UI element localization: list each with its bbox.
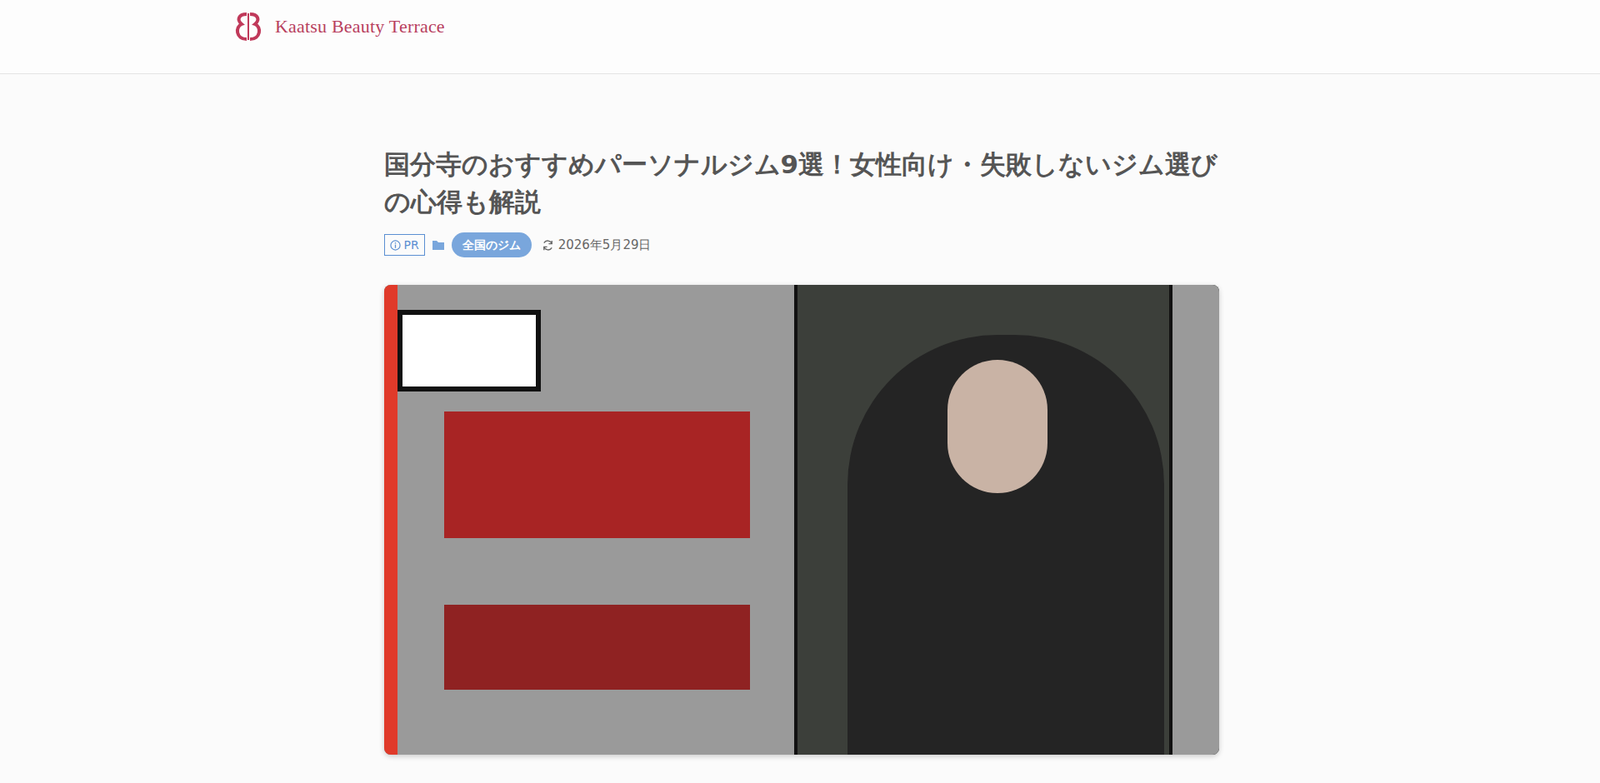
pr-label: PR	[404, 237, 420, 253]
article-title: 国分寺のおすすめパーソナルジム9選！女性向け・失敗しないジム選びの心得も解説	[384, 145, 1220, 221]
article: 国分寺のおすすめパーソナルジム9選！女性向け・失敗しないジム選びの心得も解説 P…	[381, 145, 1220, 755]
refresh-icon	[541, 239, 555, 252]
folder-icon	[431, 239, 445, 251]
category-tag[interactable]: 全国のジム	[451, 232, 532, 258]
hero-image	[384, 285, 1220, 755]
site-logo[interactable]: Kaatsu Beauty Terrace	[231, 11, 445, 42]
logo-icon	[231, 11, 265, 42]
info-icon	[390, 240, 401, 251]
article-meta: PR 全国のジム 2026年5月29日	[384, 232, 1220, 258]
pr-badge: PR	[384, 234, 425, 256]
date-text: 2026年5月29日	[558, 237, 652, 254]
site-header: Kaatsu Beauty Terrace	[0, 0, 1600, 75]
logo-text[interactable]: Kaatsu Beauty Terrace	[275, 15, 445, 38]
updated-date: 2026年5月29日	[541, 237, 652, 254]
